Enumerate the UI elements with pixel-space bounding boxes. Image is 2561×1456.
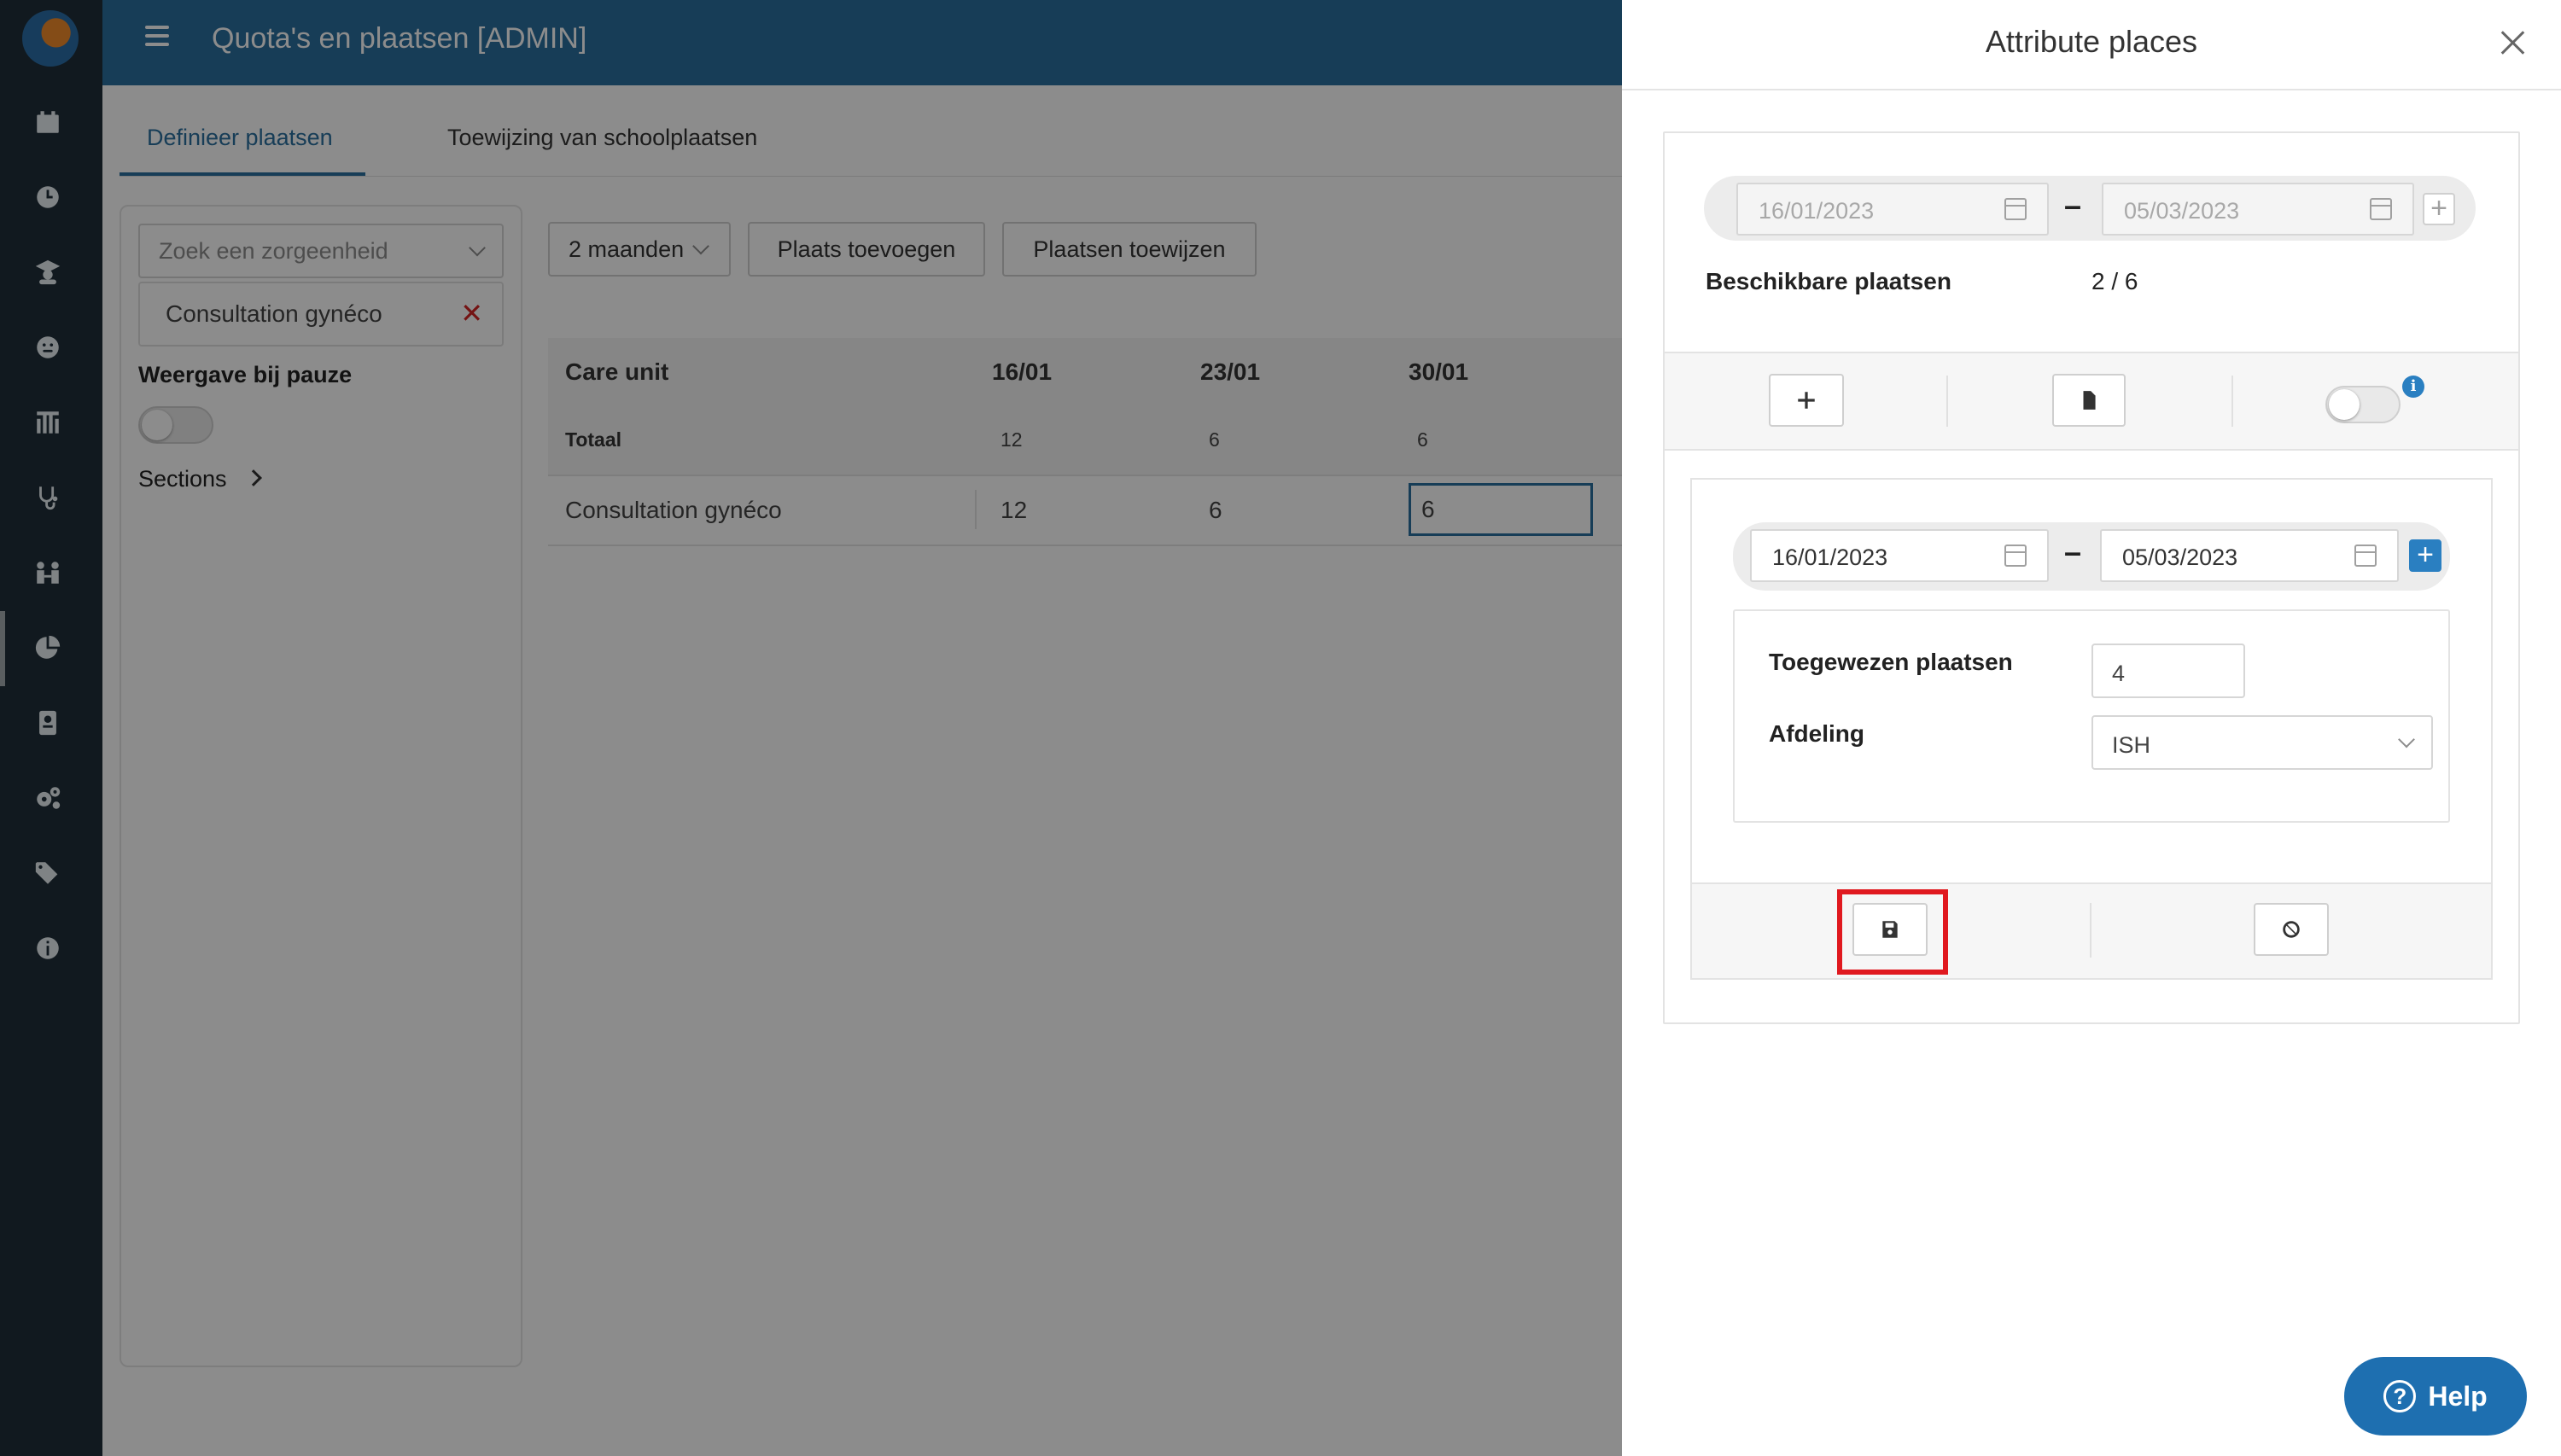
highlight-box	[1837, 889, 1948, 975]
department-value: ISH	[2112, 732, 2151, 758]
department-label: Afdeling	[1769, 720, 1864, 747]
end-date: 05/03/2023	[2122, 545, 2238, 570]
cancel-button[interactable]	[2254, 903, 2329, 956]
document-button[interactable]	[2052, 374, 2126, 427]
add-range-button: +	[2423, 193, 2455, 225]
form-actions	[1692, 882, 2491, 978]
mode-toggle[interactable]	[2325, 386, 2401, 423]
modal-backdrop[interactable]	[0, 0, 1622, 1456]
department-select[interactable]: ISH	[2091, 715, 2433, 770]
assigned-places-input[interactable]: 4	[2091, 644, 2245, 698]
calendar-icon[interactable]	[2004, 545, 2027, 567]
chevron-down-icon	[2398, 731, 2415, 748]
info-icon[interactable]: i	[2402, 376, 2424, 398]
assigned-places-label: Toegewezen plaatsen	[1769, 649, 2013, 675]
separator	[1946, 376, 1948, 427]
top-start-date-input: 16/01/2023	[1736, 183, 2049, 236]
calendar-icon	[2370, 198, 2392, 220]
drawer-divider	[1622, 89, 2561, 90]
start-date: 16/01/2023	[1772, 545, 1888, 570]
separator	[2090, 903, 2091, 958]
add-button[interactable]	[1769, 374, 1844, 427]
top-start-date: 16/01/2023	[1759, 198, 1875, 224]
range-dash: –	[2064, 188, 2082, 223]
separator	[2231, 376, 2233, 427]
end-date-input[interactable]: 05/03/2023	[2100, 529, 2399, 582]
drawer-title: Attribute places	[1985, 24, 2198, 59]
start-date-input[interactable]: 16/01/2023	[1750, 529, 2049, 582]
help-button[interactable]: ? Help	[2344, 1357, 2527, 1436]
question-icon: ?	[2383, 1380, 2417, 1412]
calendar-icon[interactable]	[2354, 545, 2377, 567]
top-end-date: 05/03/2023	[2124, 198, 2240, 224]
range-dash: –	[2064, 534, 2082, 569]
file-icon	[2083, 391, 2096, 410]
calendar-icon	[2004, 198, 2027, 220]
available-places-value: 2 / 6	[2091, 268, 2138, 294]
close-icon[interactable]	[2500, 29, 2527, 56]
top-end-date-input: 05/03/2023	[2102, 183, 2414, 236]
add-range-button[interactable]: +	[2409, 539, 2441, 572]
help-label: Help	[2428, 1380, 2488, 1412]
ban-icon	[2283, 921, 2300, 938]
plus-icon	[1798, 392, 1815, 409]
available-places-label: Beschikbare plaatsen	[1706, 268, 1951, 294]
